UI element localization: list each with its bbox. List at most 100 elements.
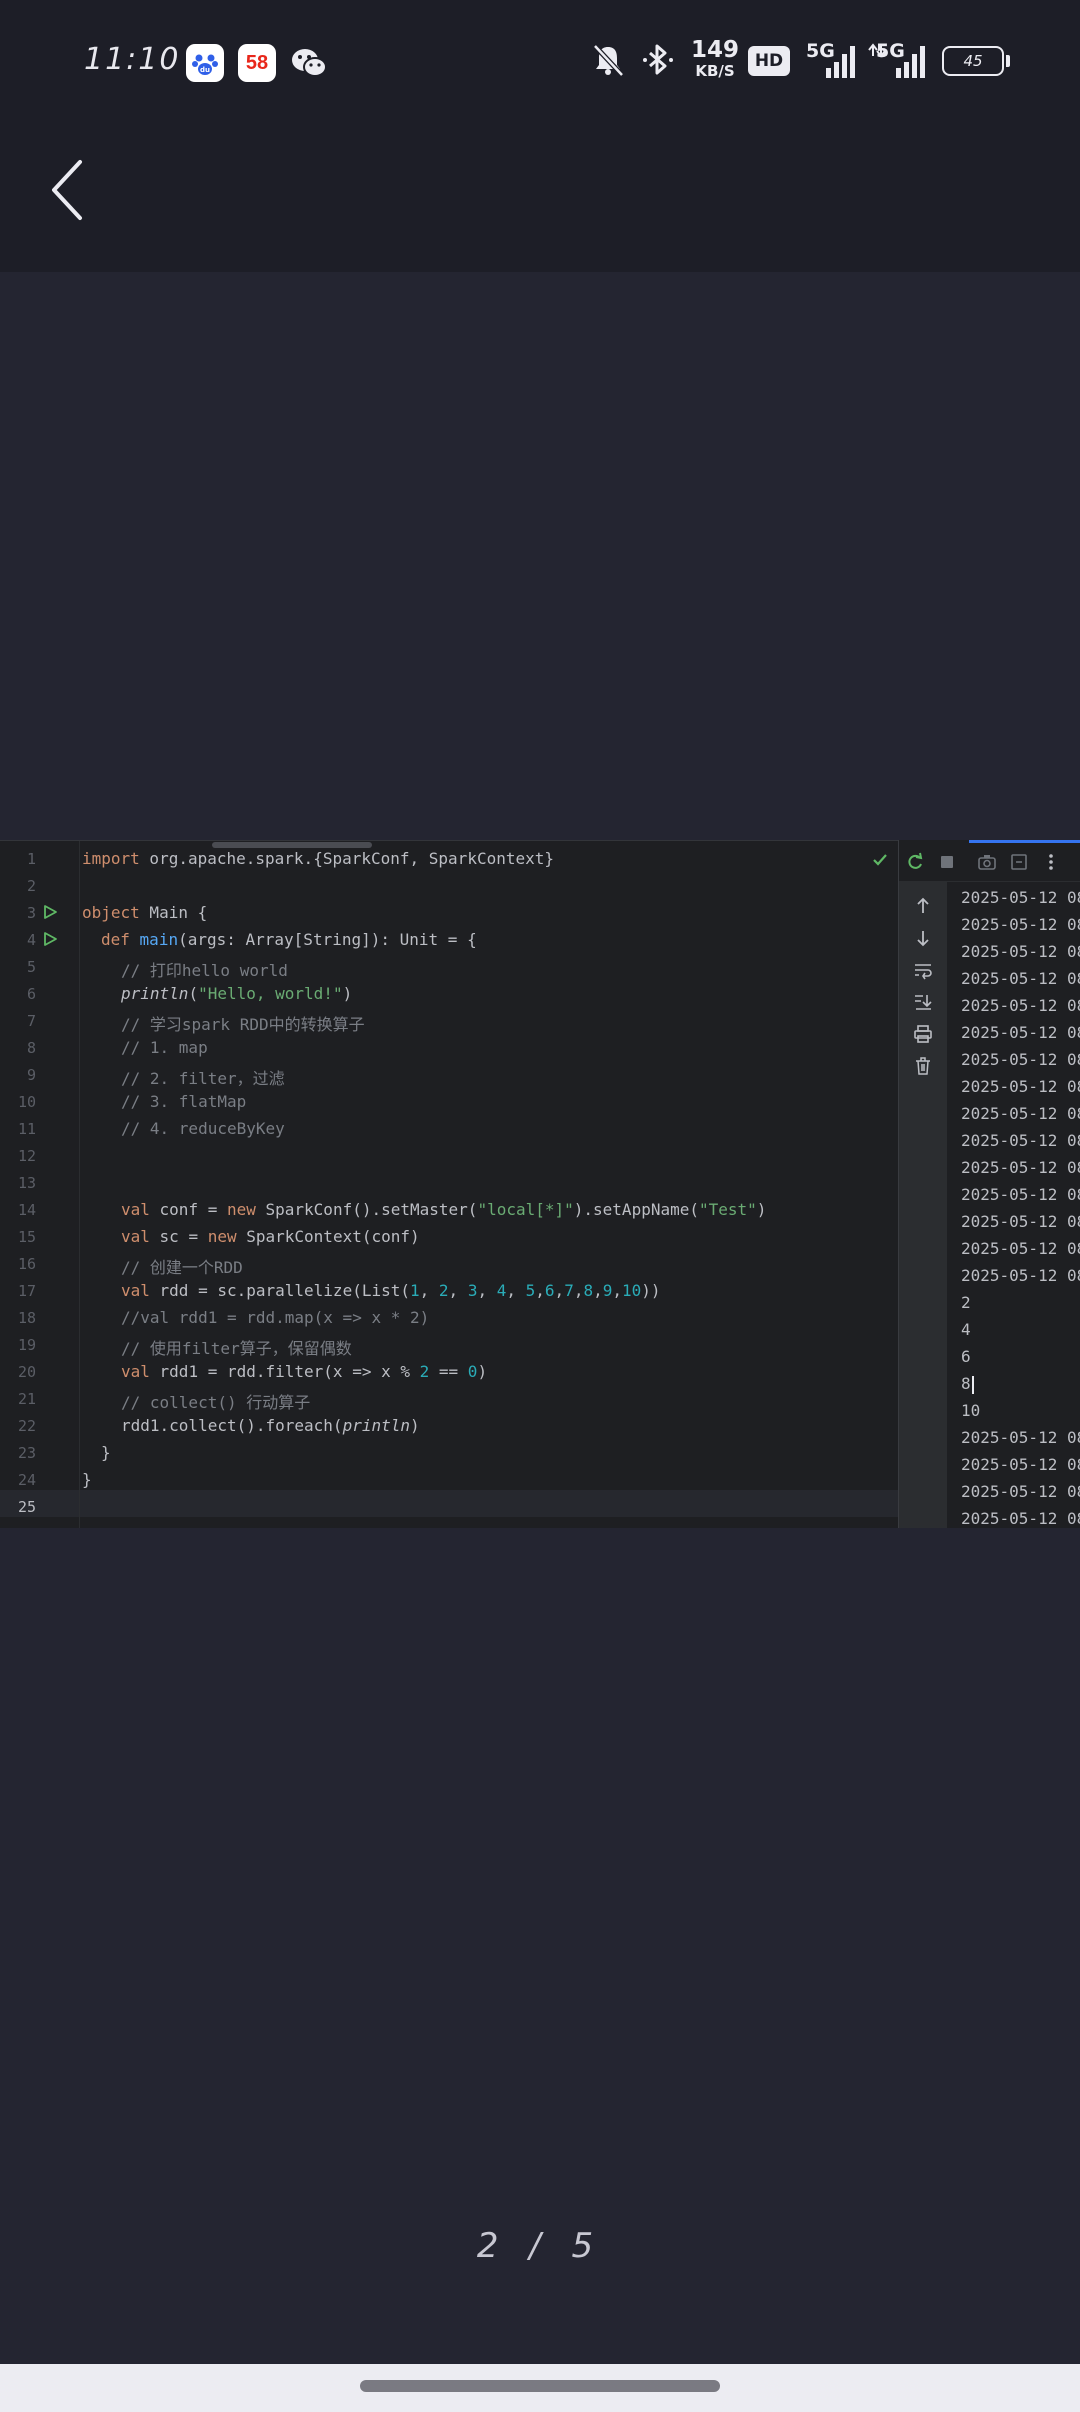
up-arrow-icon[interactable] [913,896,933,916]
console-line: 10 [961,1401,981,1420]
line-number: 11 [17,1120,36,1138]
code-line-14: val conf = new SparkConf().setMaster("lo… [121,1200,767,1219]
page-separator: / [529,2226,551,2266]
network-speed: 149 [690,37,739,63]
line-number: 5 [26,958,36,976]
console-line: 2025-05-12 08 [961,1185,1080,1204]
console-line: 2025-05-12 08 [961,888,1080,907]
battery-tip [1006,55,1010,67]
console-line: 2025-05-12 08 [961,1077,1080,1096]
status-bar: 11:10 du 58 149 KB/S HD 5G 5G 45 [0,28,1080,98]
console-line: 2025-05-12 08 [961,1050,1080,1069]
console-line: 2025-05-12 08 [961,996,1080,1015]
line-number: 23 [17,1444,36,1462]
check-icon [873,854,887,866]
line-number: 21 [17,1390,36,1408]
page-indicator: 2 / 5 [0,2226,1080,2266]
signal-1-icon [812,42,858,86]
code-line-17: val rdd = sc.parallelize(List(1, 2, 3, 4… [121,1281,661,1300]
line-number: 12 [17,1147,36,1165]
line-number: 24 [17,1471,36,1489]
down-arrow-icon[interactable] [913,928,933,948]
console-line: 2025-05-12 08 [961,1023,1080,1042]
line-number: 4 [26,931,36,949]
battery-level: 45 [963,52,983,70]
camera-icon[interactable] [977,852,997,872]
line-number: 10 [17,1093,36,1111]
console-line: 4 [961,1320,971,1339]
code-line-22: rdd1.collect().foreach(println) [121,1416,420,1435]
code-line-1: import org.apache.spark.{SparkConf, Spar… [82,849,555,868]
run-gutter-icon[interactable] [42,904,58,920]
stop-icon[interactable] [937,852,957,872]
code-line-9: // 2. filter，过滤 [121,1069,285,1088]
hd-badge: HD [748,46,790,76]
line-number: 8 [26,1039,36,1057]
page-total: 5 [571,2226,604,2266]
battery-indicator: 45 [942,46,1004,76]
baidu-app-icon: du [186,44,224,82]
code-line-15: val sc = new SparkContext(conf) [121,1227,420,1246]
console-line: 2025-05-12 08 [961,1131,1080,1150]
code-line-5: // 打印hello world [121,961,288,980]
line-number: 9 [26,1066,36,1084]
print-icon[interactable] [913,1024,933,1044]
code-line-20: val rdd1 = rdd.filter(x => x % 2 == 0) [121,1362,488,1381]
console-toolbar [899,882,947,1528]
console-line: 2025-05-12 08 [961,1239,1080,1258]
code-line-10: // 3. flatMap [121,1092,247,1111]
console-line: 2025-05-12 08 [961,942,1080,961]
run-panel-toolbar [899,840,1080,882]
console-line: 2025-05-12 08 [961,1212,1080,1231]
code-line-3: object Main { [82,903,208,922]
line-number: 13 [17,1174,36,1192]
back-button[interactable] [40,150,100,230]
soft-wrap-icon[interactable] [913,960,933,980]
trash-icon[interactable] [913,1056,933,1076]
console-line: 2025-05-12 08 [961,1158,1080,1177]
status-time: 11:10 [84,42,181,77]
more-icon[interactable] [1041,852,1061,872]
line-number: 3 [26,904,36,922]
scroll-end-icon[interactable] [913,992,933,1012]
code-line-7: // 学习spark RDD中的转换算子 [121,1015,365,1034]
console-line: 2025-05-12 08 [961,1455,1080,1474]
line-number: 16 [17,1255,36,1273]
line-number: 2 [26,877,36,895]
line-number: 19 [17,1336,36,1354]
line-number: 6 [26,985,36,1003]
code-line-24: } [82,1470,92,1489]
console-line: 8 [961,1370,1080,1397]
line-number: 14 [17,1201,36,1219]
top-bar: 11:10 du 58 149 KB/S HD 5G 5G 45 [0,0,1080,272]
code-line-11: // 4. reduceByKey [121,1119,285,1138]
console-line: 2025-05-12 08 [961,969,1080,988]
code-editor[interactable]: 1 2 3 4 5 6 7 8 9 10 11 12 13 14 15 16 17 18 19 20 21 22 23 24 2… [0,840,898,1528]
exit-icon[interactable] [1009,852,1029,872]
code-line-4: def main(args: Array[String]): Unit = { [101,930,477,949]
line-number: 17 [17,1282,36,1300]
line-number: 25 [17,1498,36,1516]
console-line: 2025-05-12 08 [961,915,1080,934]
line-number: 7 [26,1012,36,1030]
mute-icon [590,42,626,82]
rerun-icon[interactable] [905,852,925,872]
code-line-8: // 1. map [121,1038,208,1057]
code-line-18: //val rdd1 = rdd.map(x => x * 2) [121,1308,430,1327]
run-tab-indicator [969,840,1080,843]
home-indicator[interactable] [360,2380,720,2392]
console-output[interactable]: 2025-05-12 08 2025-05-12 08 2025-05-12 08 2… [961,884,1080,1528]
code-line-16: // 创建一个RDD [121,1258,243,1277]
code-line-6: println("Hello, world!") [121,984,353,1003]
run-panel: 2025-05-12 08 2025-05-12 08 2025-05-12 08 2… [898,840,1080,1528]
run-gutter-icon[interactable] [42,931,58,947]
line-number: 18 [17,1309,36,1327]
line-number: 20 [17,1363,36,1381]
horizontal-scrollbar[interactable] [212,842,372,848]
console-line: 2025-05-12 08 [961,1104,1080,1123]
line-gutter: 1 2 3 4 5 6 7 8 9 10 11 12 13 14 15 16 17 18 19 20 21 22 23 24 2… [0,841,80,1528]
page-current: 2 [476,2226,509,2266]
console-line: 2025-05-12 08 [961,1509,1080,1528]
app-58-icon: 58 [238,44,276,82]
console-line: 2 [961,1293,971,1312]
